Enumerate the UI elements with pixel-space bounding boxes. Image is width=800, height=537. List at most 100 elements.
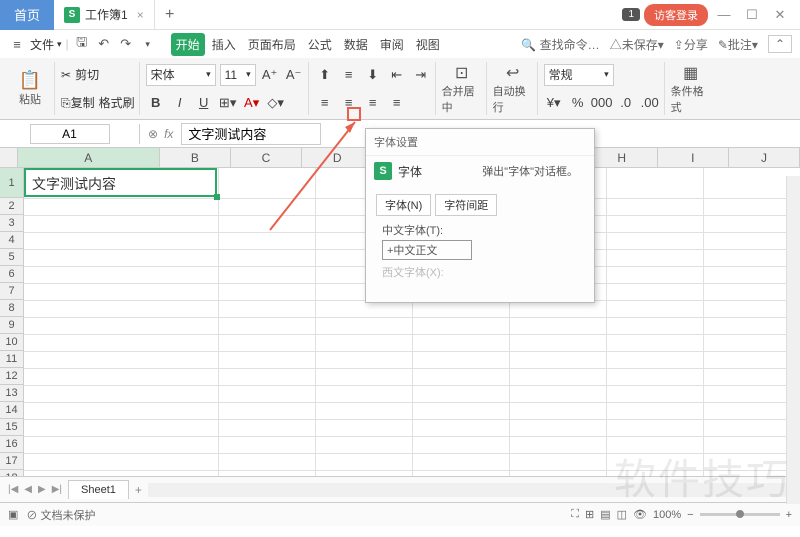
sheet-nav-next-icon[interactable]: ▶ [38, 484, 46, 495]
row-header[interactable]: 16 [0, 436, 24, 453]
align-top-icon[interactable]: ⬆ [315, 65, 335, 85]
increase-font-icon[interactable]: A⁺ [260, 65, 280, 85]
select-all-corner[interactable] [0, 148, 18, 167]
row-header[interactable]: 9 [0, 317, 24, 334]
row-header[interactable]: 3 [0, 215, 24, 232]
cancel-fx-icon[interactable]: ⊗ [148, 127, 158, 141]
sheet-nav-first-icon[interactable]: |◀ [8, 484, 18, 495]
column-header[interactable]: I [658, 148, 729, 167]
row-header[interactable]: 17 [0, 453, 24, 470]
number-format-select[interactable]: 常规▾ [544, 64, 614, 86]
tab-layout[interactable]: 页面布局 [243, 33, 301, 56]
zoom-slider[interactable] [700, 513, 780, 516]
horizontal-scrollbar[interactable] [148, 483, 792, 497]
cut-button[interactable]: ✂剪切 [61, 62, 135, 87]
row-header[interactable]: 14 [0, 402, 24, 419]
align-right-icon[interactable]: ≡ [363, 93, 383, 113]
formula-input[interactable] [181, 123, 321, 145]
notification-badge[interactable]: 1 [622, 8, 640, 21]
name-box-input[interactable] [30, 124, 110, 144]
tab-formula[interactable]: 公式 [303, 33, 337, 56]
format-painter-button[interactable]: 格式刷 [99, 94, 135, 111]
search-command[interactable]: 🔍 查找命令… [521, 36, 599, 53]
font-name-select[interactable]: 宋体▾ [146, 64, 216, 86]
row-header[interactable]: 13 [0, 385, 24, 402]
underline-button[interactable]: U [194, 93, 214, 113]
row-header[interactable]: 1 [0, 168, 24, 198]
close-tab-icon[interactable]: × [137, 8, 144, 22]
comment-button[interactable]: ✎批注▾ [718, 36, 758, 53]
italic-button[interactable]: I [170, 93, 190, 113]
view-split-icon[interactable]: ◫ [617, 508, 627, 521]
merge-center-button[interactable]: ⊡ 合并居中 [442, 62, 482, 115]
conditional-format-button[interactable]: ▦ 条件格式 [671, 62, 711, 115]
read-mode-icon[interactable]: 👁 [633, 508, 647, 521]
row-header[interactable]: 12 [0, 368, 24, 385]
tooltip-cn-font-value[interactable]: +中文正文 [382, 240, 472, 260]
cell-a1[interactable]: 文字测试内容 [24, 168, 217, 197]
row-header[interactable]: 15 [0, 419, 24, 436]
justify-icon[interactable]: ≡ [387, 93, 407, 113]
status-icon[interactable]: ▣ [8, 508, 18, 521]
row-header[interactable]: 18 [0, 470, 24, 476]
zoom-in-icon[interactable]: + [786, 509, 792, 521]
font-color-icon[interactable]: A▾ [242, 93, 262, 113]
tab-insert[interactable]: 插入 [207, 33, 241, 56]
column-header[interactable]: H [587, 148, 658, 167]
zoom-value[interactable]: 100% [653, 509, 681, 521]
row-header[interactable]: 6 [0, 266, 24, 283]
indent-right-icon[interactable]: ⇥ [411, 65, 431, 85]
column-header[interactable]: J [729, 148, 800, 167]
fill-color-icon[interactable]: ◇▾ [266, 93, 286, 113]
row-header[interactable]: 4 [0, 232, 24, 249]
fill-handle[interactable] [214, 194, 220, 200]
decimal-inc-icon[interactable]: .0 [616, 93, 636, 113]
align-center-icon[interactable]: ≡ [339, 93, 359, 113]
row-header[interactable]: 5 [0, 249, 24, 266]
maximize-icon[interactable]: ☐ [740, 3, 764, 27]
save-icon[interactable]: 🖫 [73, 35, 91, 53]
row-header[interactable]: 8 [0, 300, 24, 317]
minimize-icon[interactable]: — [712, 3, 736, 27]
fx-icon[interactable]: fx [164, 127, 173, 141]
view-page-icon[interactable]: ▤ [600, 508, 610, 521]
indent-left-icon[interactable]: ⇤ [387, 65, 407, 85]
column-header[interactable]: B [160, 148, 231, 167]
bold-button[interactable]: B [146, 93, 166, 113]
collapse-ribbon-icon[interactable]: ⌃ [768, 35, 792, 53]
currency-icon[interactable]: ¥▾ [544, 93, 564, 113]
tooltip-tab-spacing[interactable]: 字符间距 [435, 194, 497, 216]
sheet-nav-last-icon[interactable]: ▶| [52, 484, 62, 495]
wrap-text-button[interactable]: ↩ 自动换行 [493, 62, 533, 115]
copy-button[interactable]: ⎘复制 [61, 94, 95, 111]
border-button[interactable]: ⊞▾ [218, 93, 238, 113]
row-header[interactable]: 7 [0, 283, 24, 300]
decrease-font-icon[interactable]: A⁻ [284, 65, 304, 85]
align-middle-icon[interactable]: ≡ [339, 65, 359, 85]
align-bottom-icon[interactable]: ⬇ [363, 65, 383, 85]
tab-data[interactable]: 数据 [339, 33, 373, 56]
quickaccess-dropdown-icon[interactable]: ▾ [139, 35, 157, 53]
redo-icon[interactable]: ↷ [117, 35, 135, 53]
home-tab[interactable]: 首页 [0, 0, 54, 30]
column-header[interactable]: A [18, 148, 160, 167]
paste-button[interactable]: 📋 粘贴 [10, 62, 50, 115]
font-size-select[interactable]: 11▾ [220, 64, 256, 86]
add-tab-button[interactable]: + [155, 6, 185, 24]
doc-protect-status[interactable]: ⊘ 文档未保护 [26, 507, 95, 523]
fullscreen-icon[interactable]: ⛶ [571, 508, 579, 521]
comma-icon[interactable]: 000 [592, 93, 612, 113]
tab-review[interactable]: 审阅 [375, 33, 409, 56]
percent-icon[interactable]: % [568, 93, 588, 113]
share-button[interactable]: ⇪分享 [674, 36, 708, 53]
row-header[interactable]: 11 [0, 351, 24, 368]
unsaved-status[interactable]: △未保存▾ [610, 36, 664, 53]
column-header[interactable]: C [231, 148, 302, 167]
document-tab[interactable]: S 工作簿1 × [54, 0, 155, 30]
sheet-tab[interactable]: Sheet1 [68, 480, 129, 499]
menu-icon[interactable]: ≡ [8, 35, 26, 53]
row-header[interactable]: 10 [0, 334, 24, 351]
column-header[interactable]: D [302, 148, 373, 167]
align-left-icon[interactable]: ≡ [315, 93, 335, 113]
tab-start[interactable]: 开始 [171, 33, 205, 56]
